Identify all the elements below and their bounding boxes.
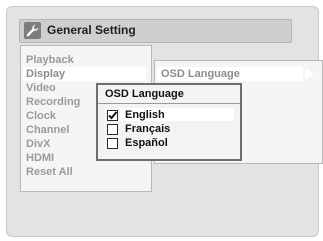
wrench-icon	[24, 22, 41, 39]
checkbox-espanol[interactable]	[107, 138, 118, 149]
submenu-arrow-icon	[133, 69, 142, 81]
submenu-arrow-icon	[305, 68, 314, 80]
option-francais[interactable]: Français	[125, 123, 170, 136]
checkbox-francais[interactable]	[107, 124, 118, 135]
page-title: General Setting	[47, 23, 136, 37]
menu-item-recording[interactable]: Recording	[26, 96, 80, 109]
menu-item-reset-all[interactable]: Reset All	[26, 166, 73, 179]
menu-item-channel[interactable]: Channel	[26, 124, 69, 137]
popup-title: OSD Language	[105, 88, 184, 100]
submenu-item-osd-language[interactable]: OSD Language	[161, 68, 240, 80]
option-espanol[interactable]: Español	[125, 137, 168, 150]
menu-item-video[interactable]: Video	[26, 82, 56, 95]
menu-item-hdmi[interactable]: HDMI	[26, 152, 54, 165]
checkbox-english[interactable]	[107, 110, 118, 121]
title-bar: General Setting	[19, 19, 292, 43]
menu-item-divx[interactable]: DivX	[26, 138, 50, 151]
menu-item-playback[interactable]: Playback	[26, 54, 74, 67]
menu-item-display[interactable]: Display	[26, 68, 65, 81]
menu-item-clock[interactable]: Clock	[26, 110, 56, 123]
osd-language-popup: OSD Language English Français Español	[96, 83, 242, 161]
popup-divider	[98, 103, 240, 104]
option-english[interactable]: English	[125, 109, 165, 122]
